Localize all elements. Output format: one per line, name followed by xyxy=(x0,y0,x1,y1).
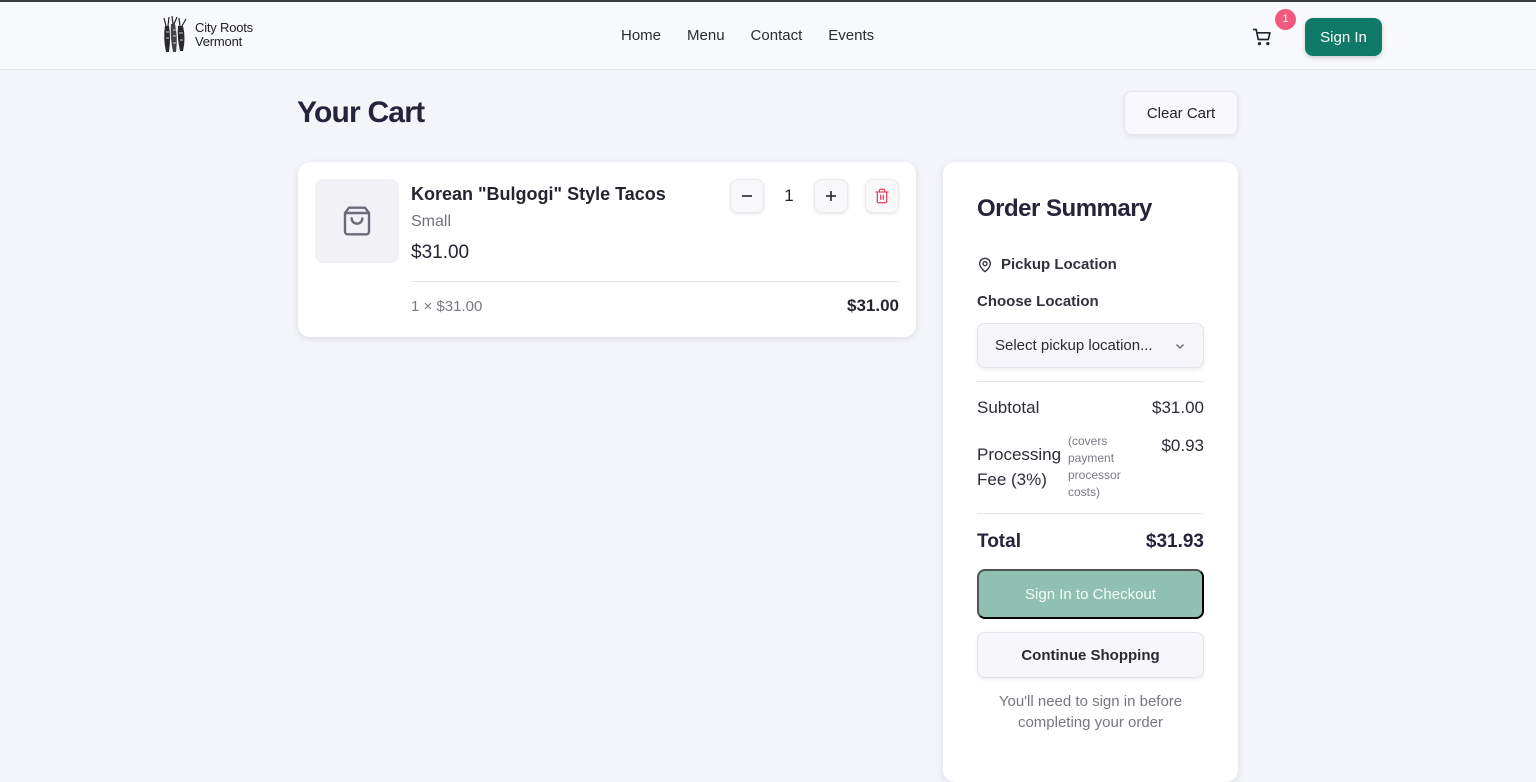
item-name: Korean "Bulgogi" Style Tacos xyxy=(411,184,666,204)
trash-icon xyxy=(875,188,889,204)
item-image xyxy=(315,179,399,263)
cart-item: Korean "Bulgogi" Style Tacos Small $31.0… xyxy=(298,162,916,337)
brand-name-line2: Vermont xyxy=(195,34,243,49)
brand-name: City Roots Vermont xyxy=(195,21,253,49)
carrots-logo-icon xyxy=(163,16,187,52)
clear-cart-button[interactable]: Clear Cart xyxy=(1124,91,1238,135)
total-value: $31.93 xyxy=(1145,531,1204,552)
summary-title: Order Summary xyxy=(977,195,1152,222)
order-summary: Order Summary Pickup Location Choose Loc… xyxy=(943,162,1238,782)
item-line-total: $31.00 xyxy=(847,296,899,315)
item-size: Small xyxy=(411,213,452,230)
page-title: Your Cart xyxy=(297,96,425,129)
cart-button[interactable] xyxy=(1252,26,1276,48)
quantity-value: 1 xyxy=(784,186,794,205)
total-divider xyxy=(977,513,1204,514)
total-label: Total xyxy=(977,531,1021,552)
summary-divider xyxy=(977,381,1204,382)
pickup-location-heading: Pickup Location xyxy=(977,256,1117,273)
shopping-bag-icon xyxy=(343,206,371,236)
nav-contact[interactable]: Contact xyxy=(738,26,816,46)
increase-quantity-button[interactable] xyxy=(814,179,848,213)
processing-fee-value: $0.93 xyxy=(1161,436,1204,455)
choose-location-label: Choose Location xyxy=(977,293,1099,310)
sign-in-button[interactable]: Sign In xyxy=(1305,18,1382,56)
remove-item-button[interactable] xyxy=(865,179,899,213)
subtotal-value: $31.00 xyxy=(1152,398,1204,417)
map-pin-icon xyxy=(979,257,991,272)
nav-home[interactable]: Home xyxy=(608,26,674,46)
brand-name-line1: City Roots xyxy=(195,20,253,35)
nav-events[interactable]: Events xyxy=(815,26,887,46)
sign-in-note: You'll need to sign in before completing… xyxy=(998,693,1183,731)
chevron-down-icon xyxy=(1176,344,1184,349)
plus-icon xyxy=(826,191,836,201)
continue-shopping-button[interactable]: Continue Shopping xyxy=(977,632,1204,678)
sign-in-to-checkout-button[interactable]: Sign In to Checkout xyxy=(977,569,1204,619)
item-price: $31.00 xyxy=(411,242,470,263)
nav-menu[interactable]: Menu xyxy=(674,26,738,46)
processing-fee-note: (covers payment processor costs) xyxy=(1068,434,1121,499)
processing-fee-label: Processing Fee (3%) xyxy=(977,445,1062,489)
select-placeholder: Select pickup location... xyxy=(995,337,1153,354)
pickup-location-label: Pickup Location xyxy=(1001,256,1117,273)
item-quantity-calc: 1 × $31.00 xyxy=(411,298,483,315)
decrease-quantity-button[interactable] xyxy=(730,179,764,213)
pickup-location-select[interactable]: Select pickup location... xyxy=(977,323,1204,368)
item-divider xyxy=(411,281,900,282)
brand-logo[interactable]: City Roots Vermont xyxy=(160,16,253,54)
cart-count-badge: 1 xyxy=(1275,9,1296,30)
minus-icon xyxy=(742,195,752,197)
main-nav: Home Menu Contact Events xyxy=(608,26,887,46)
site-header: City Roots Vermont Home Menu Contact Eve… xyxy=(0,2,1536,70)
shopping-cart-icon xyxy=(1252,28,1271,46)
subtotal-label: Subtotal xyxy=(977,398,1040,417)
